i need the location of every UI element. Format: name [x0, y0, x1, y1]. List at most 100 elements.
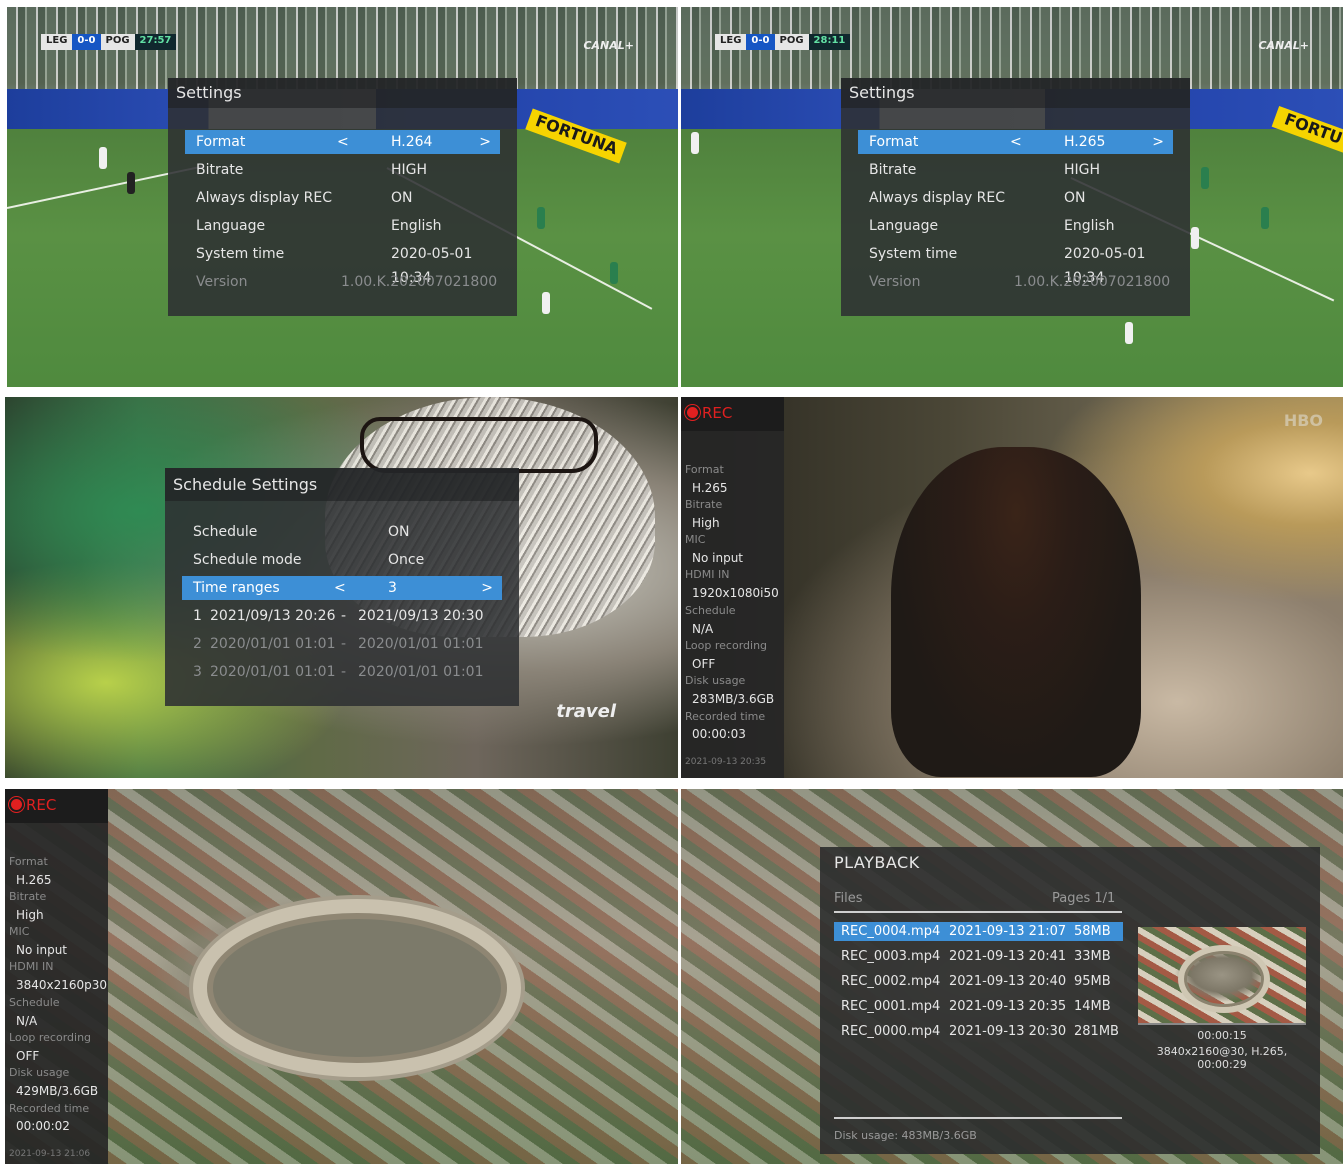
range-index: 3 — [193, 664, 202, 680]
player — [127, 172, 135, 194]
setting-label: Version — [196, 274, 248, 290]
range-start: 2020/01/01 01:01 — [210, 636, 336, 652]
file-date: 2021-09-13 20:35 — [949, 999, 1067, 1014]
setting-value: ON — [391, 190, 413, 206]
player — [542, 292, 550, 314]
chevron-left-icon[interactable]: < — [337, 130, 349, 154]
file-row[interactable]: REC_0003.mp4 2021-09-13 20:41 33MB — [834, 947, 1123, 966]
setting-row-format[interactable]: Format < H.265 > — [858, 130, 1173, 154]
setting-row-system-time[interactable]: System time 2020-05-01 10:34 — [185, 242, 500, 286]
disk-usage: Disk usage: 483MB/3.6GB — [834, 1129, 977, 1142]
setting-row-system-time[interactable]: System time 2020-05-01 10:34 — [858, 242, 1173, 286]
preview-thumbnail[interactable] — [1138, 927, 1306, 1023]
home-team: LEG — [41, 34, 73, 50]
stat-value: High — [692, 516, 720, 530]
chevron-right-icon[interactable]: > — [1152, 130, 1164, 154]
dialog-title: Settings — [841, 78, 1190, 108]
range-index: 2 — [193, 636, 202, 652]
file-size: 58MB — [1074, 924, 1111, 939]
setting-value: HIGH — [391, 162, 428, 178]
preview-progress-bar — [1138, 1023, 1306, 1025]
setting-row-always-display-rec[interactable]: Always display REC ON — [185, 186, 500, 210]
setting-row-version: Version 1.00.K.202007021800 — [185, 270, 500, 294]
recording-status-panel: REC Format H.265 Bitrate High MIC No inp… — [5, 789, 108, 1164]
channel-watermark: travel — [556, 701, 616, 722]
stat-value: No input — [692, 551, 743, 565]
setting-label: Bitrate — [196, 162, 244, 178]
person — [891, 447, 1141, 777]
dialog-title: PLAYBACK — [834, 853, 920, 872]
setting-row-always-display-rec[interactable]: Always display REC ON — [858, 186, 1173, 210]
setting-value: 1.00.K.202007021800 — [341, 274, 498, 290]
setting-value: HIGH — [1064, 162, 1101, 178]
recording-screen-1080: HBO REC Format H.265 Bitrate High MIC No… — [681, 397, 1343, 778]
chevron-right-icon[interactable]: > — [479, 130, 491, 154]
file-date: 2021-09-13 20:30 — [949, 1024, 1067, 1039]
setting-row-language[interactable]: Language English — [858, 214, 1173, 238]
setting-row-schedule[interactable]: Schedule ON — [182, 520, 502, 544]
range-end: 2020/01/01 01:01 — [358, 636, 484, 652]
record-dot-icon — [11, 799, 22, 810]
stat-key: Schedule — [9, 996, 60, 1009]
file-row[interactable]: REC_0002.mp4 2021-09-13 20:40 95MB — [834, 972, 1123, 991]
score: 0-0 — [72, 34, 101, 50]
file-row[interactable]: REC_0001.mp4 2021-09-13 20:35 14MB — [834, 997, 1123, 1016]
amphitheater — [1178, 945, 1270, 1013]
stat-key: Loop recording — [9, 1031, 92, 1044]
file-row[interactable]: REC_0000.mp4 2021-09-13 20:30 281MB — [834, 1022, 1123, 1041]
timestamp: 2021-09-13 21:06 — [9, 1149, 91, 1159]
rec-label: REC — [702, 404, 733, 422]
setting-label: Schedule — [193, 524, 258, 540]
preview-time: 00:00:15 — [1197, 1029, 1247, 1042]
player — [1261, 207, 1269, 229]
file-name: REC_0002.mp4 — [841, 974, 941, 989]
setting-label: Version — [869, 274, 921, 290]
range-end: 2020/01/01 01:01 — [358, 664, 484, 680]
preview-info: 3840x2160@30, H.265, 00:00:29 — [1156, 1045, 1288, 1071]
scoreboard: LEG 0-0 POG 27:57 — [41, 34, 177, 50]
stat-value: OFF — [692, 657, 716, 671]
stat-key: Recorded time — [685, 710, 766, 723]
time-range-row[interactable]: 1 2021/09/13 20:26 - 2021/09/13 20:30 — [182, 604, 502, 628]
setting-row-format[interactable]: Format < H.264 > — [185, 130, 500, 154]
player — [99, 147, 107, 169]
stat-value: 3840x2160p30 — [16, 978, 108, 992]
file-row[interactable]: REC_0004.mp4 2021-09-13 21:07 58MB — [834, 922, 1123, 941]
chevron-right-icon[interactable]: > — [481, 576, 493, 600]
playback-dialog: PLAYBACK Files Pages 1/1 REC_0004.mp4 20… — [820, 847, 1320, 1154]
chevron-left-icon[interactable]: < — [334, 576, 346, 600]
setting-row-schedule-mode[interactable]: Schedule mode Once — [182, 548, 502, 572]
file-date: 2021-09-13 20:41 — [949, 949, 1067, 964]
stat-key: Bitrate — [685, 498, 723, 511]
setting-label: Language — [869, 218, 939, 234]
stat-key: HDMI IN — [9, 960, 54, 973]
setting-row-bitrate[interactable]: Bitrate HIGH — [858, 158, 1173, 182]
stat-value: 1920x1080i50 — [692, 586, 779, 600]
stat-value: 00:00:03 — [692, 727, 746, 741]
schedule-dialog: Schedule Settings Schedule ON Schedule m… — [165, 468, 519, 706]
dialog-title: Settings — [168, 78, 517, 108]
time-range-row[interactable]: 3 2020/01/01 01:01 - 2020/01/01 01:01 — [182, 660, 502, 684]
setting-row-language[interactable]: Language English — [185, 214, 500, 238]
chevron-left-icon[interactable]: < — [1010, 130, 1022, 154]
settings-dialog: Settings Format < H.265 > Bitrate HIGH A… — [841, 78, 1190, 316]
setting-label: Always display REC — [869, 190, 1006, 206]
setting-row-time-ranges[interactable]: Time ranges < 3 > — [182, 576, 502, 600]
setting-value: H.264 — [391, 134, 433, 150]
setting-label: Time ranges — [193, 580, 280, 596]
setting-value: English — [1064, 218, 1115, 234]
time-range-row[interactable]: 2 2020/01/01 01:01 - 2020/01/01 01:01 — [182, 632, 502, 656]
player — [537, 207, 545, 229]
setting-value: 3 — [388, 580, 397, 596]
broadcaster-logo: CANAL+ — [583, 39, 634, 52]
match-time: 27:57 — [134, 34, 177, 50]
stat-key: HDMI IN — [685, 568, 730, 581]
file-size: 95MB — [1074, 974, 1111, 989]
setting-label: Always display REC — [196, 190, 333, 206]
page-indicator: Pages 1/1 — [1052, 891, 1116, 906]
setting-row-bitrate[interactable]: Bitrate HIGH — [185, 158, 500, 182]
match-time: 28:11 — [808, 34, 851, 50]
stat-value: N/A — [692, 622, 714, 636]
file-name: REC_0004.mp4 — [841, 924, 941, 939]
playback-screen: PLAYBACK Files Pages 1/1 REC_0004.mp4 20… — [681, 789, 1343, 1164]
